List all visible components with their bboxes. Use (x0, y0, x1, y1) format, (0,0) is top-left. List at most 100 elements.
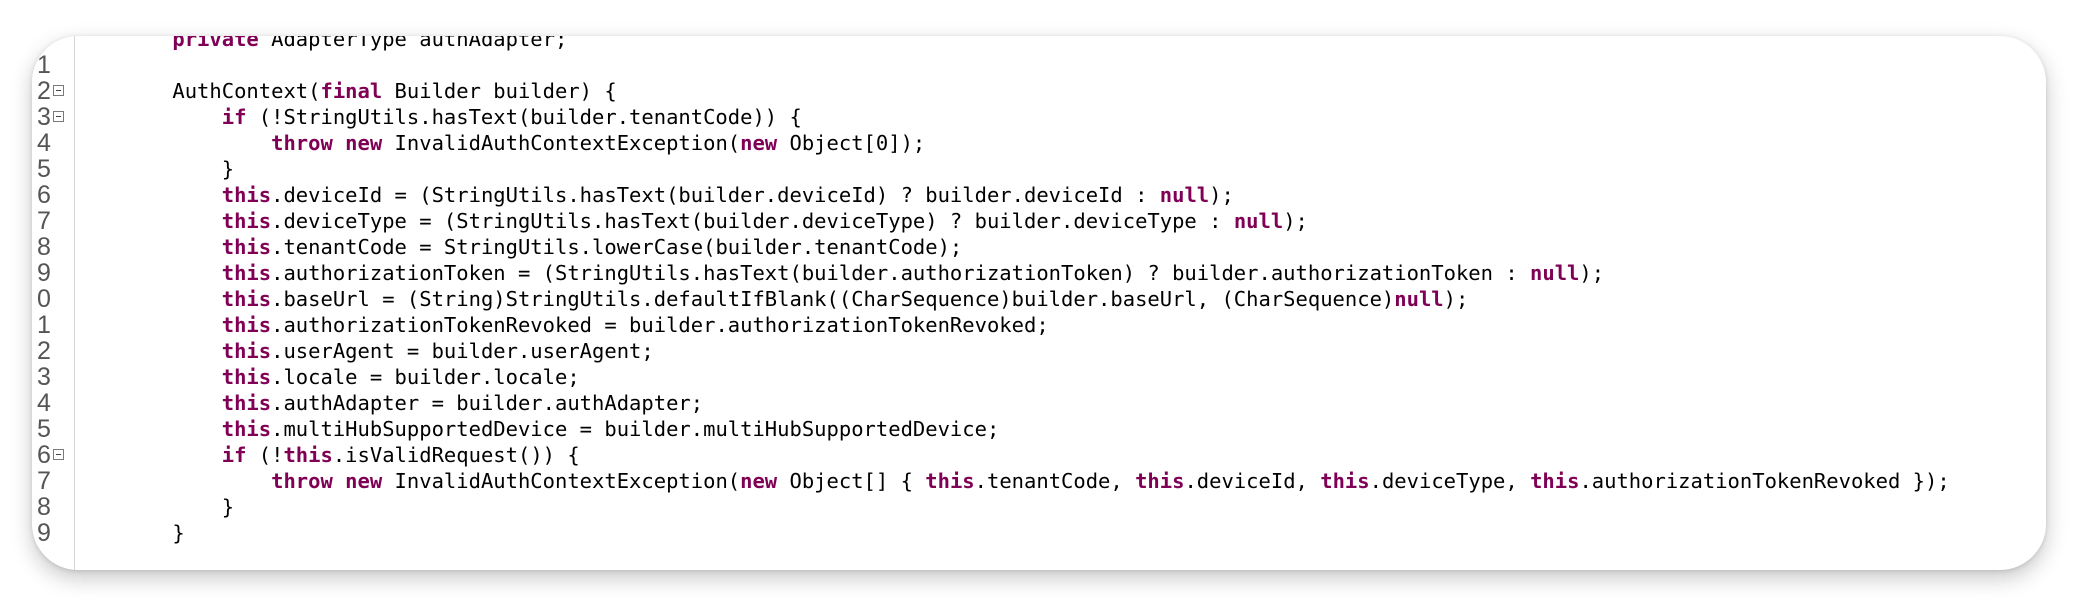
code-text: this.userAgent = builder.userAgent; (123, 338, 654, 364)
code-text: } (123, 156, 234, 182)
code-token: .deviceType, (1369, 469, 1531, 493)
code-token: Builder builder) { (382, 79, 617, 103)
code-token: .authorizationTokenRevoked = builder.aut… (271, 313, 1049, 337)
code-line[interactable]: 3 if (!StringUtils.hasText(builder.tenan… (32, 104, 2046, 130)
code-line[interactable]: 0 this.baseUrl = (String)StringUtils.def… (32, 286, 2046, 312)
code-token: } (123, 157, 235, 181)
code-line[interactable]: 1 this.authorizationTokenRevoked = build… (32, 312, 2046, 338)
line-number: 7 (37, 207, 51, 235)
code-token: .userAgent = builder.userAgent; (271, 339, 654, 363)
code-text: AuthContext(final Builder builder) { (123, 78, 617, 104)
code-text: throw new InvalidAuthContextException(ne… (123, 130, 925, 156)
line-number: 3 (37, 103, 51, 131)
code-token: (!StringUtils.hasText(builder.tenantCode… (246, 105, 802, 129)
code-token: .tenantCode, (974, 469, 1136, 493)
code-token: .deviceId = (StringUtils.hasText(builder… (271, 183, 1160, 207)
code-token: Object[0]); (777, 131, 926, 155)
line-number: 8 (37, 233, 51, 261)
keyword-token: this (221, 287, 272, 311)
line-number: 8 (37, 493, 51, 521)
keyword-token: this (221, 365, 272, 389)
code-line[interactable]: 9 this.authorizationToken = (StringUtils… (32, 260, 2046, 286)
code-text: throw new InvalidAuthContextException(ne… (123, 468, 1950, 494)
keyword-token: this (221, 209, 272, 233)
code-line[interactable]: 4 throw new InvalidAuthContextException(… (32, 130, 2046, 156)
line-number: 2 (37, 77, 51, 105)
code-line[interactable]: 8 } (32, 494, 2046, 520)
line-number: 5 (37, 155, 51, 183)
code-token: InvalidAuthContextException( (382, 469, 741, 493)
code-area[interactable]: 0 private AdapterType authAdapter; 1 2 Aut… (32, 36, 2046, 546)
code-text: this.authorizationToken = (StringUtils.h… (123, 260, 1604, 286)
line-number: 6 (37, 181, 51, 209)
fold-collapse-icon[interactable] (53, 85, 64, 96)
code-editor[interactable]: 0 private AdapterType authAdapter; 1 2 Aut… (32, 36, 2046, 570)
code-line[interactable]: 5 } (32, 156, 2046, 182)
line-number: 1 (37, 311, 51, 339)
line-number: 9 (37, 519, 51, 547)
keyword-token: this (221, 339, 272, 363)
code-token: (! (246, 443, 284, 467)
code-token: AuthContext( (123, 79, 321, 103)
code-token: ); (1283, 209, 1308, 233)
code-text: this.tenantCode = StringUtils.lowerCase(… (123, 234, 963, 260)
keyword-token: private (172, 36, 259, 51)
code-text: } (123, 520, 185, 546)
keyword-token: new (345, 469, 383, 493)
keyword-token: new (740, 469, 778, 493)
line-number: 5 (37, 415, 51, 443)
line-number: 4 (37, 129, 51, 157)
line-number: 6 (37, 441, 51, 469)
line-number: 4 (37, 389, 51, 417)
code-line[interactable]: 2 AuthContext(final Builder builder) { (32, 78, 2046, 104)
code-line[interactable]: 8 this.tenantCode = StringUtils.lowerCas… (32, 234, 2046, 260)
code-line[interactable]: 1 (32, 52, 2046, 78)
code-token: ); (1443, 287, 1469, 311)
code-text: this.multiHubSupportedDevice = builder.m… (123, 416, 1000, 442)
keyword-token: this (1320, 469, 1370, 493)
code-text: this.deviceType = (StringUtils.hasText(b… (123, 208, 1308, 234)
keyword-token: this (1135, 469, 1185, 493)
keyword-token: null (1233, 209, 1284, 233)
keyword-token: null (1394, 287, 1444, 311)
code-text: this.baseUrl = (String)StringUtils.defau… (123, 286, 1469, 312)
code-token: } (123, 521, 185, 545)
code-line[interactable]: 6 this.deviceId = (StringUtils.hasText(b… (32, 182, 2046, 208)
code-token: .authorizationTokenRevoked }); (1579, 469, 1950, 493)
code-text: } (123, 494, 234, 520)
code-line[interactable]: 5 this.multiHubSupportedDevice = builder… (32, 416, 2046, 442)
code-token: InvalidAuthContextException( (382, 131, 741, 155)
code-line[interactable]: 3 this.locale = builder.locale; (32, 364, 2046, 390)
code-line[interactable]: 2 this.userAgent = builder.userAgent; (32, 338, 2046, 364)
line-number: 7 (37, 467, 51, 495)
code-text: this.authorizationTokenRevoked = builder… (123, 312, 1049, 338)
keyword-token: if (221, 443, 247, 467)
fold-collapse-icon[interactable] (53, 449, 64, 460)
code-token: .tenantCode = StringUtils.lowerCase(buil… (271, 235, 963, 259)
keyword-token: this (925, 469, 975, 493)
code-token: .deviceId, (1184, 469, 1321, 493)
code-line[interactable]: 6 if (!this.isValidRequest()) { (32, 442, 2046, 468)
code-text: this.locale = builder.locale; (123, 364, 580, 390)
code-line[interactable]: 9 } (32, 520, 2046, 546)
line-number: 0 (37, 285, 51, 313)
keyword-token: this (221, 235, 272, 259)
code-text: this.authAdapter = builder.authAdapter; (123, 390, 703, 416)
keyword-token: new (740, 131, 778, 155)
code-line[interactable]: 0 private AdapterType authAdapter; (32, 36, 2046, 52)
code-line[interactable]: 7 throw new InvalidAuthContextException(… (32, 468, 2046, 494)
code-line[interactable]: 4 this.authAdapter = builder.authAdapter… (32, 390, 2046, 416)
keyword-token: new (345, 131, 383, 155)
keyword-token: this (221, 391, 272, 415)
code-line[interactable]: 7 this.deviceType = (StringUtils.hasText… (32, 208, 2046, 234)
code-token: .locale = builder.locale; (271, 365, 580, 389)
fold-collapse-icon[interactable] (53, 111, 64, 122)
